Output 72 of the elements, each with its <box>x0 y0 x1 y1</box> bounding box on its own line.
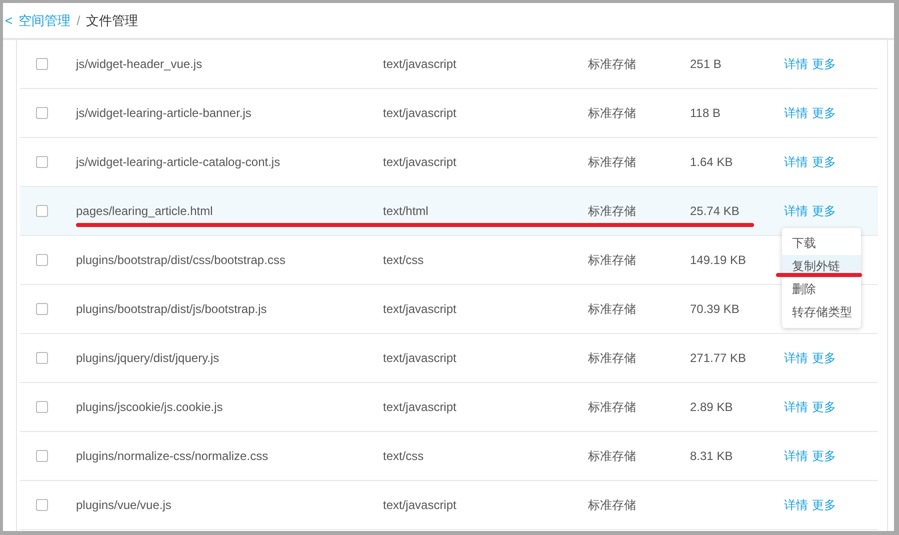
file-name: plugins/bootstrap/dist/js/bootstrap.js <box>76 302 267 316</box>
file-type: text/javascript <box>383 106 456 120</box>
file-size: 70.39 KB <box>690 302 740 316</box>
file-type: text/javascript <box>383 498 456 512</box>
more-link[interactable]: 更多 <box>812 351 836 365</box>
details-link[interactable]: 详情 <box>784 106 808 120</box>
file-size: 118 B <box>690 106 720 120</box>
checkbox[interactable] <box>36 499 48 511</box>
menu-item[interactable]: 转存储类型 <box>782 301 861 324</box>
details-link[interactable]: 详情 <box>784 351 808 365</box>
storage-class: 标准存储 <box>588 57 636 71</box>
file-name: plugins/normalize-css/normalize.css <box>76 449 268 463</box>
file-type: text/javascript <box>383 302 456 316</box>
checkbox[interactable] <box>36 450 48 462</box>
menu-item[interactable]: 删除 <box>782 278 861 301</box>
storage-class: 标准存储 <box>588 155 636 169</box>
checkbox[interactable] <box>36 107 48 119</box>
file-name: js/widget-learing-article-catalog-cont.js <box>76 155 280 169</box>
details-link[interactable]: 详情 <box>784 204 808 218</box>
more-link[interactable]: 更多 <box>812 400 836 414</box>
checkbox[interactable] <box>36 303 48 315</box>
file-type: text/javascript <box>383 400 456 414</box>
storage-class: 标准存储 <box>588 351 636 365</box>
checkbox[interactable] <box>36 352 48 364</box>
file-name: plugins/bootstrap/dist/css/bootstrap.css <box>76 253 286 267</box>
storage-class: 标准存储 <box>588 302 636 316</box>
checkbox[interactable] <box>36 254 48 266</box>
storage-class: 标准存储 <box>588 253 636 267</box>
file-size: 271.77 KB <box>690 351 746 365</box>
file-name: js/widget-learing-article-banner.js <box>76 106 252 120</box>
more-link[interactable]: 更多 <box>812 57 836 71</box>
file-name: plugins/jquery/dist/jquery.js <box>76 351 220 365</box>
storage-class: 标准存储 <box>588 204 636 218</box>
storage-class: 标准存储 <box>588 449 636 463</box>
breadcrumb-separator: / <box>76 12 80 30</box>
more-link[interactable]: 更多 <box>812 106 836 120</box>
file-name: plugins/vue/vue.js <box>76 498 172 512</box>
file-name: js/widget-header_vue.js <box>76 57 202 71</box>
file-size: 149.19 KB <box>690 253 746 267</box>
more-link[interactable]: 更多 <box>812 204 836 218</box>
checkbox[interactable] <box>36 58 48 70</box>
details-link[interactable]: 详情 <box>784 155 808 169</box>
file-size: 251 B <box>690 57 722 71</box>
breadcrumb-link[interactable]: 空间管理 <box>18 10 71 30</box>
file-type: text/css <box>383 253 424 267</box>
checkbox[interactable] <box>36 156 48 168</box>
details-link[interactable]: 详情 <box>784 449 808 463</box>
menu-item[interactable]: 下载 <box>782 232 861 255</box>
file-type: text/javascript <box>383 155 456 169</box>
file-name: plugins/jscookie/js.cookie.js <box>76 400 223 414</box>
file-name: pages/learing_article.html <box>76 204 213 218</box>
checkbox[interactable] <box>36 401 48 413</box>
file-size: 8.31 KB <box>690 449 733 463</box>
back-icon[interactable]: < <box>5 10 13 30</box>
checkbox[interactable] <box>36 205 48 217</box>
file-type: text/html <box>383 204 428 218</box>
details-link[interactable]: 详情 <box>784 400 808 414</box>
more-link[interactable]: 更多 <box>812 449 836 463</box>
more-link[interactable]: 更多 <box>812 498 836 512</box>
file-size: 1.64 KB <box>690 155 733 169</box>
details-link[interactable]: 详情 <box>784 498 808 512</box>
storage-class: 标准存储 <box>588 106 636 120</box>
details-link[interactable]: 详情 <box>784 57 808 71</box>
file-type: text/javascript <box>383 351 456 365</box>
storage-class: 标准存储 <box>588 498 636 512</box>
more-link[interactable]: 更多 <box>812 155 836 169</box>
file-size: 2.89 KB <box>690 400 733 414</box>
breadcrumb-current: 文件管理 <box>86 12 138 30</box>
file-type: text/javascript <box>383 57 456 71</box>
file-size: 25.74 KB <box>690 204 740 218</box>
file-type: text/css <box>383 449 424 463</box>
storage-class: 标准存储 <box>588 400 636 414</box>
